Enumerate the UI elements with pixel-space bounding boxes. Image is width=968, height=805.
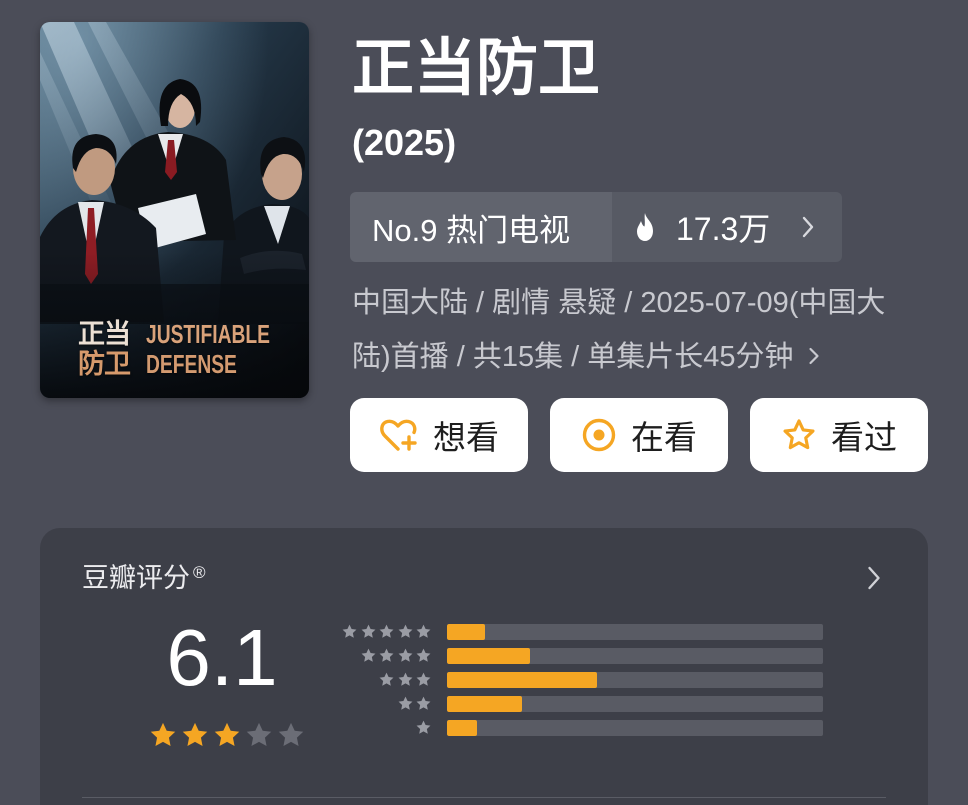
watched-button[interactable]: 看过 (750, 398, 928, 472)
rating-row-2-star (336, 696, 867, 712)
rating-bar-track (447, 648, 823, 664)
poster-title-cn: 正当 (78, 319, 131, 349)
release-year: (2025) (352, 122, 457, 163)
want-to-watch-label: 想看 (433, 419, 499, 456)
star-icon (416, 696, 431, 710)
rating-bar-track (447, 624, 823, 640)
rating-row-star-label (336, 695, 432, 712)
fire-icon (637, 213, 653, 241)
poster-title-en: JUSTIFIABLE (146, 319, 271, 349)
rating-score: 6.1 (166, 613, 278, 702)
star-filled-icon (182, 722, 208, 746)
star-icon (416, 648, 431, 662)
heat-value: 17.3万 (676, 211, 771, 247)
page-title: 正当防卫 (352, 34, 601, 103)
rating-row-3-star (336, 672, 867, 688)
chevron-right-icon[interactable] (866, 565, 882, 591)
star-icon (416, 720, 431, 734)
rating-row-star-label (336, 623, 432, 640)
meta-info[interactable]: 中国大陆 / 剧情 悬疑 / 2025-07-09(中国大 陆)首播 / 共15… (352, 276, 885, 384)
poster-image[interactable]: 正当 JUSTIFIABLE 防卫 DEFENSE (40, 22, 309, 398)
star-filled-icon (150, 722, 176, 746)
circle-dot-icon (582, 418, 616, 452)
star-icon (416, 624, 431, 638)
watched-label: 看过 (831, 419, 897, 456)
poster-title-line-1: 正当 JUSTIFIABLE (78, 319, 309, 349)
rating-title: 豆瓣评分 ® (82, 560, 206, 600)
watching-label: 在看 (631, 419, 697, 456)
rating-row-1-star (336, 720, 867, 736)
divider (82, 797, 886, 798)
chevron-right-icon (808, 348, 819, 365)
rating-row-star-label (336, 647, 432, 664)
chevron-right-icon (802, 216, 814, 238)
star-icon (398, 624, 412, 638)
want-to-watch-button[interactable]: 想看 (350, 398, 528, 472)
star-filled-icon (214, 722, 240, 746)
rating-bar-fill (447, 648, 530, 664)
star-icon (361, 648, 375, 662)
poster-title-line-2: 防卫 DEFENSE (78, 349, 269, 379)
star-icon (398, 648, 412, 662)
star-icon (361, 624, 375, 638)
score-stars (148, 720, 306, 750)
meta-line-2: 陆)首播 / 共15集 / 单集片长45分钟 (352, 330, 885, 384)
star-icon (379, 648, 394, 662)
rating-bar-fill (447, 696, 523, 712)
rating-row-5-star (336, 624, 867, 640)
rating-row-4-star (336, 648, 867, 664)
rating-title-text: 豆瓣评分 (82, 563, 190, 593)
rating-card[interactable]: 豆瓣评分 ® 6.1 (40, 528, 928, 805)
rating-bar-track (447, 672, 823, 688)
watching-button[interactable]: 在看 (550, 398, 728, 472)
poster-title-en: DEFENSE (146, 349, 237, 379)
registered-mark: ® (193, 563, 206, 582)
star-icon (416, 672, 431, 686)
star-icon (398, 696, 412, 710)
star-icon (379, 672, 394, 686)
star-icon (398, 672, 412, 686)
star-outline-icon (783, 419, 815, 450)
rating-distribution (336, 624, 867, 736)
rating-row-star-label (336, 671, 432, 688)
star-icon (342, 624, 357, 638)
heart-plus-icon (380, 419, 417, 451)
star-empty-icon (278, 722, 304, 746)
poster-title-cn: 防卫 (78, 349, 131, 379)
meta-line-2-text: 陆)首播 / 共15集 / 单集片长45分钟 (352, 341, 794, 373)
rank-label: No.9 热门电视 (350, 192, 612, 262)
rating-row-star-label (336, 719, 432, 736)
heat-section[interactable]: 17.3万 (612, 192, 842, 262)
rating-bar-fill (447, 720, 478, 736)
rank-text: No.9 热门电视 (372, 212, 571, 248)
rating-bar-track (447, 696, 823, 712)
meta-line-1: 中国大陆 / 剧情 悬疑 / 2025-07-09(中国大 (352, 287, 886, 319)
rating-bar-fill (447, 672, 598, 688)
star-empty-icon (246, 722, 272, 746)
rating-bar-fill (447, 624, 485, 640)
rank-badge[interactable]: No.9 热门电视 17.3万 (350, 192, 842, 262)
star-icon (379, 624, 394, 638)
rating-bar-track (447, 720, 823, 736)
